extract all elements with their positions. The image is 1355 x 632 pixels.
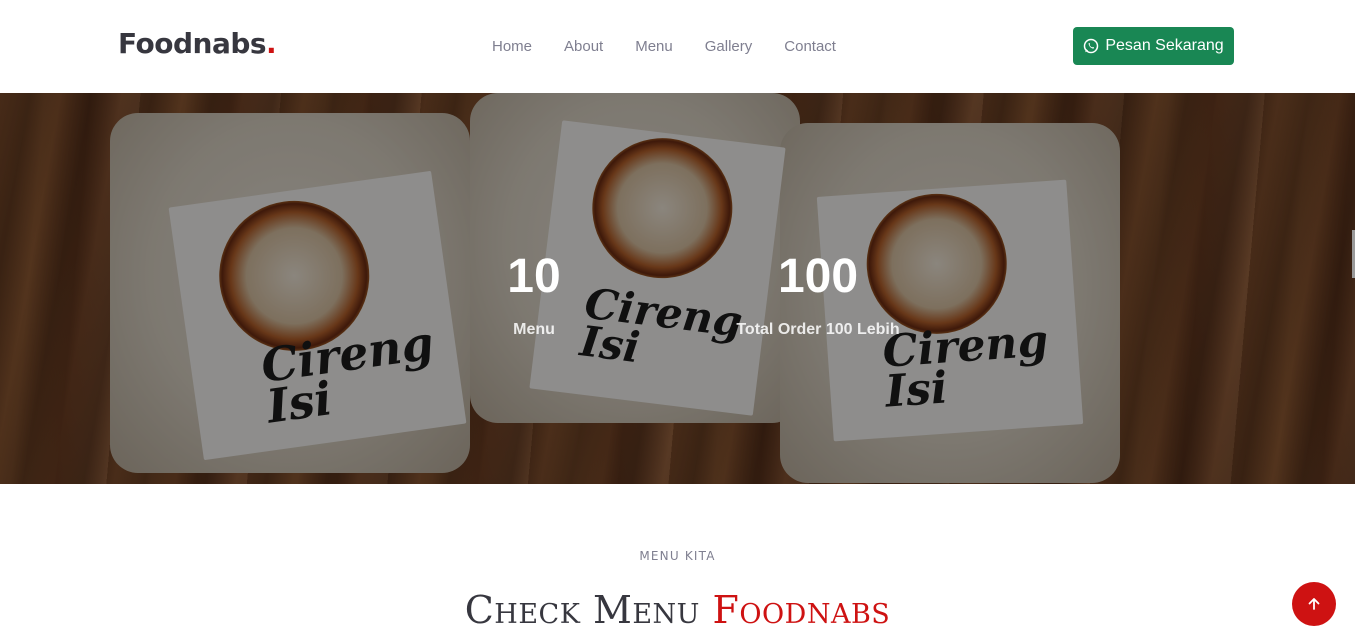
nav-about[interactable]: About [548,38,619,55]
order-now-label: Pesan Sekarang [1105,37,1224,54]
nav-gallery[interactable]: Gallery [689,38,769,55]
order-now-button[interactable]: Pesan Sekarang [1073,27,1234,65]
logo-text: Foodnabs [118,27,267,60]
stat-number: 10 [507,250,561,303]
nav-home[interactable]: Home [476,38,548,55]
stat-label: Menu [513,321,555,338]
site-header: Foodnabs. Home About Menu Gallery Contac… [0,0,1355,93]
nav-menu[interactable]: Menu [619,38,689,55]
nav-contact[interactable]: Contact [768,38,852,55]
main-nav: Home About Menu Gallery Contact [476,0,852,93]
site-logo[interactable]: Foodnabs. [118,27,277,60]
section-subtitle: MENU KITA [639,549,716,563]
whatsapp-icon [1084,38,1099,54]
section-title-accent: Foodnabs [712,588,891,632]
section-title: Check Menu Foodnabs [0,588,1355,632]
arrow-up-icon [1308,598,1320,610]
logo-dot: . [266,27,277,60]
section-title-main: Check Menu [464,588,700,632]
stat-number: 100 [777,250,859,303]
stat-label: Total Order 100 Lebih [736,321,900,338]
stat-menu: 10 Menu [474,253,594,339]
scroll-to-top-button[interactable] [1292,582,1336,626]
hero-section: Cireng Isi Cireng Isi Cireng Isi 10 Menu 10… [0,93,1355,484]
hero-overlay [0,93,1355,484]
stat-total-order: 100 Total Order 100 Lebih [718,253,918,339]
